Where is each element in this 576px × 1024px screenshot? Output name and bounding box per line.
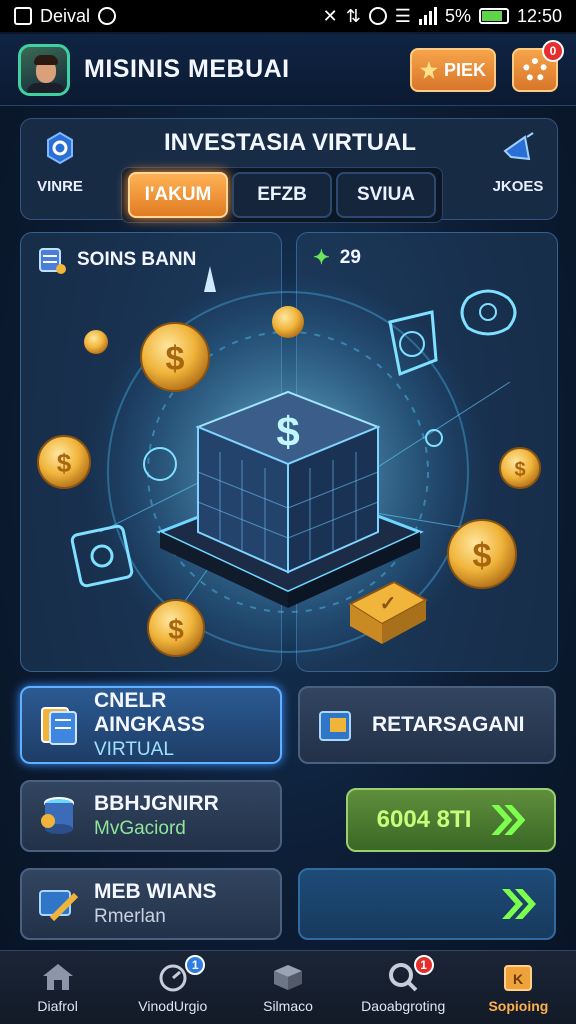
- card1-main: CNELR AINGKASS: [94, 689, 205, 736]
- card4-sub: Rmerlan: [94, 906, 166, 927]
- nav-label-home: Diafrol: [37, 997, 78, 1014]
- coin-icon: $: [140, 322, 210, 392]
- piek-label: PIEK: [443, 59, 486, 80]
- card1-sub: VIRTUAL: [94, 739, 174, 760]
- vpn-icon: [368, 7, 387, 25]
- invest-title: INVESTASIA VIRTUAL: [163, 129, 416, 156]
- bottom-nav: Diafrol 1 VinodUrgio Silmaco 1 Daoabgrot…: [0, 950, 576, 1024]
- tab-iakum[interactable]: I'AKUM: [128, 172, 228, 218]
- svg-text:$: $: [514, 459, 525, 481]
- book-icon: [41, 707, 77, 745]
- settings-button[interactable]: 0: [512, 40, 564, 92]
- avatar[interactable]: [18, 43, 70, 96]
- tools-icon: [39, 890, 79, 922]
- retarsagani-button[interactable]: RETARSAGANI: [298, 686, 556, 764]
- mebwians-button[interactable]: MEB WIANS Rmerlan: [20, 868, 282, 940]
- shop-icon: K: [504, 964, 533, 991]
- cog-icon: [47, 131, 73, 165]
- search-badge: 1: [413, 955, 434, 975]
- box-icon: [274, 964, 302, 990]
- next-button[interactable]: [298, 868, 556, 940]
- investment-illustration: $ $ $ $ $ $ ✓: [37, 266, 541, 672]
- gallery-icon: [14, 7, 32, 25]
- settings-badge: 0: [542, 40, 564, 62]
- card4-main: MEB WIANS: [94, 880, 217, 903]
- svg-text:$: $: [473, 537, 492, 575]
- go-button[interactable]: 6004 8TI: [346, 788, 556, 852]
- tab-sviua[interactable]: SVIUA: [336, 172, 436, 218]
- svg-text:$: $: [166, 340, 185, 378]
- nav-label-shop: Sopioing: [488, 997, 549, 1014]
- svg-text:$: $: [168, 614, 184, 645]
- nav-search[interactable]: 1 Daoabgroting: [346, 951, 461, 1024]
- gear-icon: [523, 58, 547, 82]
- nav-label-box: Silmaco: [263, 997, 313, 1014]
- jkoes-label: JKOES: [492, 178, 544, 195]
- jkoes-button[interactable]: JKOES: [487, 131, 549, 195]
- nav-label-dashboard: VinodUrgio: [138, 997, 208, 1014]
- data-icon: ⇅: [345, 5, 361, 26]
- svg-text:K: K: [513, 971, 523, 987]
- wifi-icon: ☰: [394, 5, 411, 26]
- nav-box[interactable]: Silmaco: [230, 951, 345, 1024]
- tab-bar: I'AKUM EFZB SVIUA: [121, 167, 443, 223]
- double-chevron-icon: [491, 805, 526, 835]
- star-icon: [419, 61, 438, 79]
- hero-section: SOINS BANN ✦ 29 $ $ $ $ $ $ ✓: [20, 232, 558, 672]
- piek-button[interactable]: PIEK: [410, 48, 496, 92]
- sync-icon: [98, 7, 117, 25]
- carrier-label: Deival: [40, 5, 91, 26]
- mute-icon: ✕: [322, 5, 338, 26]
- nav-label-search: Daoabgroting: [361, 997, 446, 1014]
- home-icon: [42, 963, 73, 990]
- nav-dashboard[interactable]: 1 VinodUrgio: [115, 951, 230, 1024]
- virtual-card-button[interactable]: CNELR AINGKASS VIRTUAL: [20, 686, 282, 764]
- card3-main: BBHJGNIRR: [94, 792, 219, 815]
- app-title: MISINIS MEBUAI: [84, 55, 290, 83]
- database-icon: [41, 797, 74, 834]
- battery-percent: 5%: [444, 5, 471, 26]
- megaphone-icon: [503, 132, 534, 161]
- app-header: MISINIS MEBUAI PIEK 0: [0, 34, 576, 106]
- svg-text:$: $: [57, 448, 72, 478]
- double-chevron-icon: [502, 889, 536, 919]
- tab-efzb[interactable]: EFZB: [232, 172, 332, 218]
- signal-icon: [418, 7, 437, 25]
- nav-home[interactable]: Diafrol: [0, 951, 115, 1024]
- go-value: 6004 8TI: [376, 806, 472, 833]
- clock: 12:50: [516, 5, 562, 26]
- vinre-button[interactable]: VINRE: [29, 131, 91, 195]
- svg-text:✓: ✓: [380, 593, 397, 615]
- vinre-label: VINRE: [37, 178, 83, 195]
- database-card-button[interactable]: BBHJGNIRR MvGaciord: [20, 780, 282, 852]
- dashboard-badge: 1: [185, 955, 206, 975]
- card2-main: RETARSAGANI: [372, 713, 525, 736]
- nav-shop[interactable]: K Sopioing: [461, 951, 576, 1024]
- folder-icon: [319, 711, 351, 741]
- status-bar: Deival ✕ ⇅ ☰ 5% 12:50: [0, 0, 576, 32]
- investment-panel: INVESTASIA VIRTUAL VINRE I'AKUM EFZB SVI…: [20, 118, 558, 223]
- battery-icon: [478, 8, 509, 24]
- svg-text:$: $: [276, 408, 299, 455]
- card3-sub: MvGaciord: [94, 818, 186, 839]
